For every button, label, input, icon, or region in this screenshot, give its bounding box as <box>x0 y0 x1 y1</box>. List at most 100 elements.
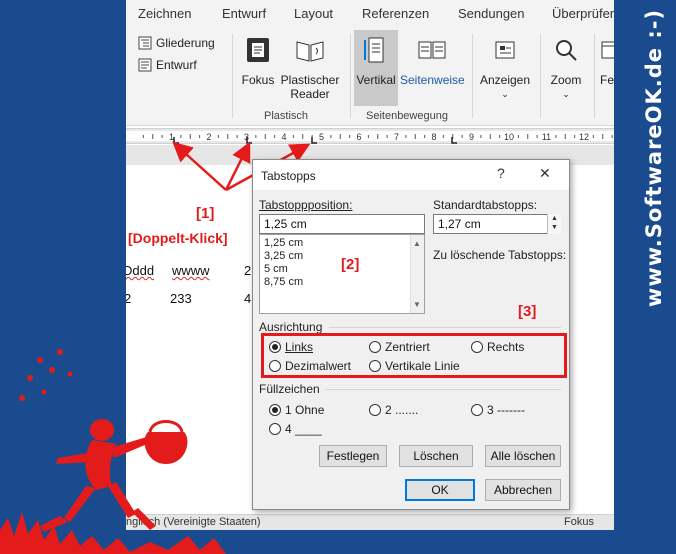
alignment-label: Ausrichtung <box>259 320 323 334</box>
anzeigen-label: Anzeigen <box>479 73 531 87</box>
default-tabs-spinner[interactable]: ▲▼ <box>433 214 561 234</box>
radio-icon <box>471 404 483 416</box>
tab-zeichnen[interactable]: Zeichnen <box>138 6 191 21</box>
leader-label: Füllzeichen <box>259 382 320 396</box>
window-button-cut[interactable]: Fe <box>600 36 614 87</box>
focus-icon <box>247 38 269 62</box>
doc-cell: wwww <box>172 263 210 278</box>
ruler-number: 5 <box>319 132 324 142</box>
ruler-number: 8 <box>431 132 436 142</box>
vertical-scroll-icon <box>364 37 384 63</box>
dialog-title: Tabstopps <box>261 169 316 183</box>
group-seitenbewegung-label: Seitenbewegung <box>366 110 448 122</box>
loeschen-button[interactable]: Löschen <box>399 445 473 467</box>
seitenweise-label: Seitenweise <box>400 73 465 87</box>
ruler-ticks: 1 2 3 4 5 6 7 8 9 10 11 12 <box>142 132 613 144</box>
group-divider <box>329 327 561 328</box>
doc-cell: Dddd <box>126 263 155 278</box>
ribbon-separator <box>232 34 233 118</box>
list-item[interactable]: 1,25 cm <box>264 237 420 250</box>
ribbon: Gliederung Entwurf Fokus Plastischer Rea… <box>126 28 614 126</box>
ruler-number: 4 <box>281 132 286 142</box>
ruler-number: 12 <box>579 132 589 142</box>
anzeigen-button[interactable]: Anzeigen ⌄ <box>478 36 532 101</box>
vertikal-button[interactable]: Vertikal <box>354 36 398 87</box>
doc-cell: 2 <box>244 263 252 278</box>
tab-stop-marker[interactable] <box>311 137 317 144</box>
ruler-number: 2 <box>206 132 211 142</box>
window-icon <box>601 41 614 59</box>
radio-icon <box>369 404 381 416</box>
brand-text: www.SoftwareOK.de :-) <box>642 8 666 308</box>
zoom-label: Zoom <box>550 73 582 87</box>
spinner-arrows-icon[interactable]: ▲ ▼ <box>547 214 561 234</box>
ruler-number: 11 <box>542 132 551 142</box>
abbrechen-button[interactable]: Abbrechen <box>485 479 561 501</box>
ribbon-tab-bar: Zeichnen Entwurf Layout Referenzen Sendu… <box>126 0 614 28</box>
tab-referenzen[interactable]: Referenzen <box>362 6 429 21</box>
ruler-number: 7 <box>394 132 399 142</box>
chevron-down-icon: ⌄ <box>562 89 570 99</box>
ruler-number: 9 <box>469 132 474 142</box>
show-icon <box>495 41 515 59</box>
radio-selected-icon <box>269 404 281 416</box>
zoom-button[interactable]: Zoom ⌄ <box>544 36 588 101</box>
annotation-3-box <box>261 333 567 378</box>
tab-stop-marker[interactable] <box>173 137 179 144</box>
gliederung-label: Gliederung <box>156 36 215 50</box>
entwurf-view-button[interactable]: Entwurf <box>138 58 197 72</box>
outline-icon <box>138 36 152 50</box>
close-icon[interactable]: ✕ <box>539 165 551 182</box>
radio-leader-dashes[interactable]: 3 ------- <box>471 403 525 417</box>
default-tabs-input[interactable] <box>433 214 561 234</box>
doc-cell: 2 <box>126 291 132 306</box>
horizontal-ruler[interactable]: 1 2 3 4 5 6 7 8 9 10 11 12 <box>126 128 614 144</box>
default-tabs-label: Standardtabstopps: <box>433 198 538 212</box>
ok-button[interactable]: OK <box>405 479 475 501</box>
tab-position-input[interactable] <box>259 214 425 234</box>
ribbon-separator <box>540 34 541 118</box>
plastischer-reader-button[interactable]: Plastischer Reader <box>278 36 342 101</box>
list-scrollbar[interactable]: ▲ ▼ <box>410 235 424 313</box>
radio-leader-underline[interactable]: 4 ____ <box>269 422 322 436</box>
tab-sendungen[interactable]: Sendungen <box>458 6 525 21</box>
brand-watermark: www.SoftwareOK.de :-) <box>636 8 672 308</box>
tab-stop-marker[interactable] <box>246 137 252 144</box>
chevron-down-icon: ⌄ <box>501 89 509 99</box>
seitenweise-button[interactable]: Seitenweise <box>400 36 465 87</box>
alle-loeschen-button[interactable]: Alle löschen <box>485 445 561 467</box>
entwurf-view-label: Entwurf <box>156 58 197 72</box>
group-divider <box>325 389 561 390</box>
decorative-figure <box>0 349 226 554</box>
radio-leader-ohne[interactable]: 1 Ohne <box>269 403 324 417</box>
annotation-1: [1] <box>196 205 215 222</box>
tab-layout[interactable]: Layout <box>294 6 333 21</box>
draft-icon <box>138 58 152 72</box>
fokus-button[interactable]: Fokus <box>238 36 278 87</box>
dialog-titlebar: Tabstopps ? ✕ <box>253 160 569 190</box>
status-focus[interactable]: Fokus <box>564 516 594 528</box>
window-button-label: Fe <box>600 73 614 87</box>
festlegen-button[interactable]: Festlegen <box>319 445 387 467</box>
ribbon-separator <box>472 34 473 118</box>
tab-entwurf[interactable]: Entwurf <box>222 6 266 21</box>
tab-stop-marker[interactable] <box>451 137 457 144</box>
scroll-down-icon[interactable]: ▼ <box>413 298 421 311</box>
list-item[interactable]: 8,75 cm <box>264 276 420 289</box>
ruler-number: 6 <box>356 132 361 142</box>
tab-position-label: Tabstoppposition: <box>259 198 353 212</box>
scroll-up-icon[interactable]: ▲ <box>413 237 421 250</box>
immersive-reader-icon <box>296 41 324 62</box>
annotation-2: [2] <box>341 256 360 273</box>
tab-position-list[interactable]: 1,25 cm 3,25 cm 5 cm 8,75 cm ▲ ▼ <box>259 234 425 314</box>
radio-leader-dots[interactable]: 2 ....... <box>369 403 418 417</box>
annotation-3: [3] <box>518 303 537 320</box>
gliederung-button[interactable]: Gliederung <box>138 36 215 50</box>
fokus-label: Fokus <box>241 73 275 87</box>
help-icon[interactable]: ? <box>497 165 505 181</box>
side-to-side-icon <box>418 41 446 59</box>
tab-ueberpruefen[interactable]: Überprüfen <box>552 6 614 21</box>
group-plastisch-label: Plastisch <box>264 110 309 122</box>
ruler-number: 10 <box>504 132 514 142</box>
to-delete-label: Zu löschende Tabstopps: <box>433 248 567 262</box>
